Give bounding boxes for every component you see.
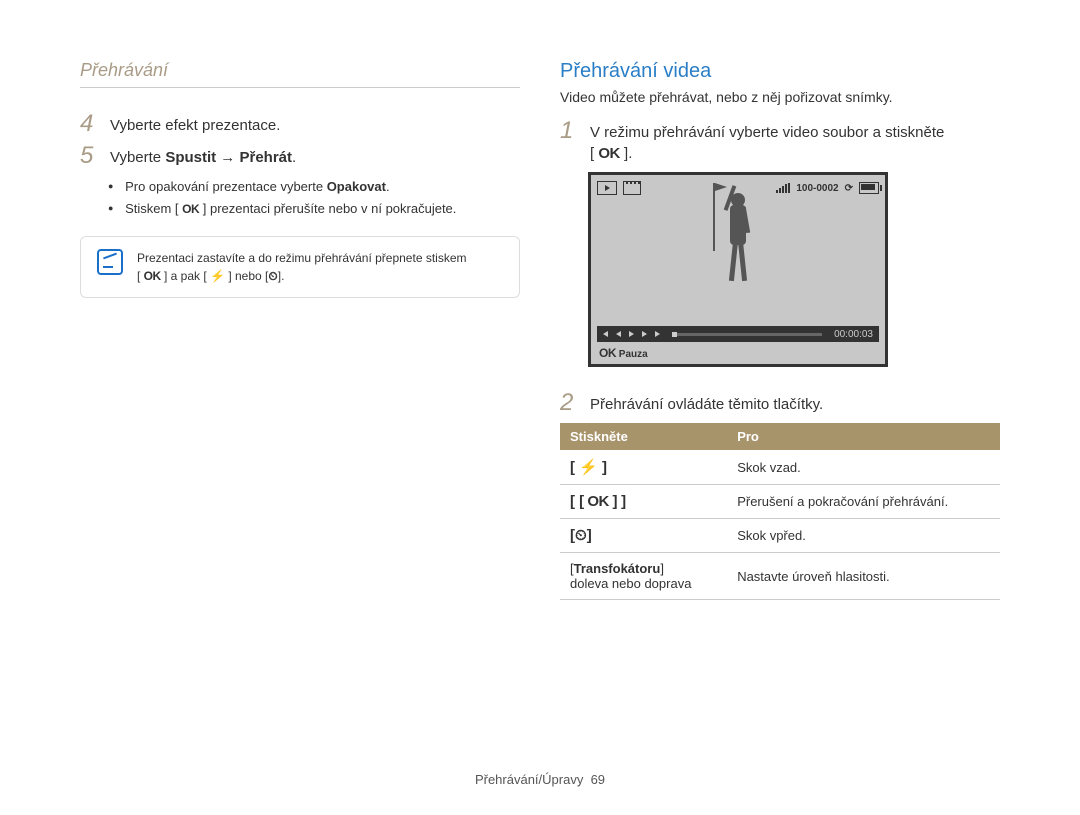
- play-icon: [629, 331, 634, 337]
- ok-icon: OK: [598, 145, 620, 162]
- cell-desc: Nastavte úroveň hlasitosti.: [727, 553, 1000, 600]
- camera-lcd-preview: 100-0002 ⟳ 00:00:03 OK Pauza: [588, 172, 888, 367]
- timer-icon: ⏲: [268, 269, 277, 283]
- lcd-time: 00:00:03: [834, 329, 873, 340]
- step-1-number: 1: [560, 119, 578, 143]
- page-header: Přehrávání: [80, 60, 520, 88]
- bullet-2-pre: Stiskem [: [125, 201, 182, 216]
- table-row: [ ⚡ ] Skok vzad.: [560, 450, 1000, 485]
- step-1-pre: V režimu přehrávání vyberte video soubor…: [590, 124, 944, 141]
- step-5-text: Vyberte Spustit → Přehrát.: [110, 144, 520, 168]
- table-row: [⏲] Skok vpřed.: [560, 519, 1000, 553]
- ok-icon: OK: [182, 202, 199, 216]
- controls-table: Stiskněte Pro [ ⚡ ] Skok vzad. [ [ OK ] …: [560, 423, 1000, 600]
- bullet-1-post: .: [386, 179, 390, 194]
- note-text: Prezentaci zastavíte a do režimu přehráv…: [137, 249, 467, 285]
- lcd-bottom-label: Pauza: [619, 349, 648, 360]
- step-5-post: .: [292, 149, 296, 166]
- step-1: 1 V režimu přehrávání vyberte video soub…: [560, 119, 1000, 164]
- bullet-1-pre: Pro opakování prezentace vyberte: [125, 179, 327, 194]
- right-column: Přehrávání videa Video můžete přehrávat,…: [560, 60, 1000, 600]
- left-column: Přehrávání 4 Vyberte efekt prezentace. 5…: [80, 60, 520, 600]
- step-1-post: .: [628, 145, 632, 162]
- section-title: Přehrávání videa: [560, 60, 1000, 83]
- step-5-number: 5: [80, 144, 98, 168]
- rewind-icon: [603, 331, 608, 337]
- footer-text: Přehrávání/Úpravy: [475, 772, 583, 787]
- th-button: Stiskněte: [560, 423, 727, 450]
- battery-icon: [859, 182, 879, 194]
- cell-button: [⏲]: [560, 519, 727, 553]
- ok-icon: OK: [599, 346, 616, 360]
- note-line1: Prezentaci zastavíte a do režimu přehráv…: [137, 251, 467, 265]
- bullet-1-bold: Opakovat: [327, 179, 386, 194]
- cell-btn-bold: Transfokátoru: [574, 561, 661, 576]
- flash-icon: ⚡: [210, 269, 225, 283]
- step-2-text: Přehrávání ovládáte těmito tlačítky.: [590, 391, 1000, 415]
- forward-icon: [642, 331, 647, 337]
- note-box: Prezentaci zastavíte a do režimu přehráv…: [80, 236, 520, 298]
- step-5-pre: Vyberte: [110, 149, 165, 166]
- ok-icon: OK: [144, 269, 161, 283]
- cell-desc: Skok vzad.: [727, 450, 1000, 485]
- section-subtitle: Video můžete přehrávat, nebo z něj pořiz…: [560, 89, 1000, 105]
- note-l2-c: ] nebo [: [225, 269, 268, 283]
- forward-icon: [655, 331, 660, 337]
- lcd-bottom-hint: OK Pauza: [599, 346, 648, 360]
- play-mode-icon: [597, 181, 617, 195]
- ok-icon: [ OK ]: [579, 493, 617, 510]
- note-icon: [97, 249, 123, 275]
- progress-track: [672, 333, 822, 336]
- cell-button: [ ⚡ ]: [560, 450, 727, 485]
- step-5: 5 Vyberte Spustit → Přehrát.: [80, 144, 520, 168]
- person-silhouette: [718, 193, 758, 293]
- table-row: [ [ OK ] ] Přerušení a pokračování přehr…: [560, 485, 1000, 519]
- rewind-icon: [616, 331, 621, 337]
- step-5-bullets: Pro opakování prezentace vyberte Opakova…: [80, 176, 520, 220]
- note-l2-d: ].: [278, 269, 285, 283]
- page-footer: Přehrávání/Úpravy 69: [0, 772, 1080, 787]
- th-action: Pro: [727, 423, 1000, 450]
- loop-icon: ⟳: [845, 183, 853, 194]
- step-4-number: 4: [80, 112, 98, 136]
- step-5-bold: Spustit → Přehrát: [165, 149, 292, 166]
- step-2: 2 Přehrávání ovládáte těmito tlačítky.: [560, 391, 1000, 415]
- footer-page: 69: [591, 772, 605, 787]
- lcd-progress-bar: 00:00:03: [597, 326, 879, 342]
- cell-btn-post: ]: [660, 561, 664, 576]
- cell-desc: Skok vpřed.: [727, 519, 1000, 553]
- signal-icon: [776, 183, 790, 193]
- note-l2-b: ] a pak [: [161, 269, 210, 283]
- step-1-text: V režimu přehrávání vyberte video soubor…: [590, 119, 1000, 164]
- cell-btn-line2: doleva nebo doprava: [570, 576, 691, 591]
- bullet-2-post: ] prezentaci přerušíte nebo v ní pokraču…: [199, 201, 456, 216]
- film-icon: [623, 181, 641, 195]
- step-2-number: 2: [560, 391, 578, 415]
- cell-button: [Transfokátoru] doleva nebo doprava: [560, 553, 727, 600]
- step-4-text: Vyberte efekt prezentace.: [110, 112, 520, 136]
- note-l2-a: [: [137, 269, 144, 283]
- cell-desc: Přerušení a pokračování přehrávání.: [727, 485, 1000, 519]
- lcd-figure: [718, 193, 758, 293]
- cell-button: [ [ OK ] ]: [560, 485, 727, 519]
- bullet-2: Stiskem [ OK ] prezentaci přerušíte nebo…: [108, 198, 520, 220]
- step-4: 4 Vyberte efekt prezentace.: [80, 112, 520, 136]
- lcd-file-counter: 100-0002: [796, 183, 838, 194]
- flag-icon: [713, 183, 715, 251]
- table-row: [Transfokátoru] doleva nebo doprava Nast…: [560, 553, 1000, 600]
- bullet-1: Pro opakování prezentace vyberte Opakova…: [108, 176, 520, 198]
